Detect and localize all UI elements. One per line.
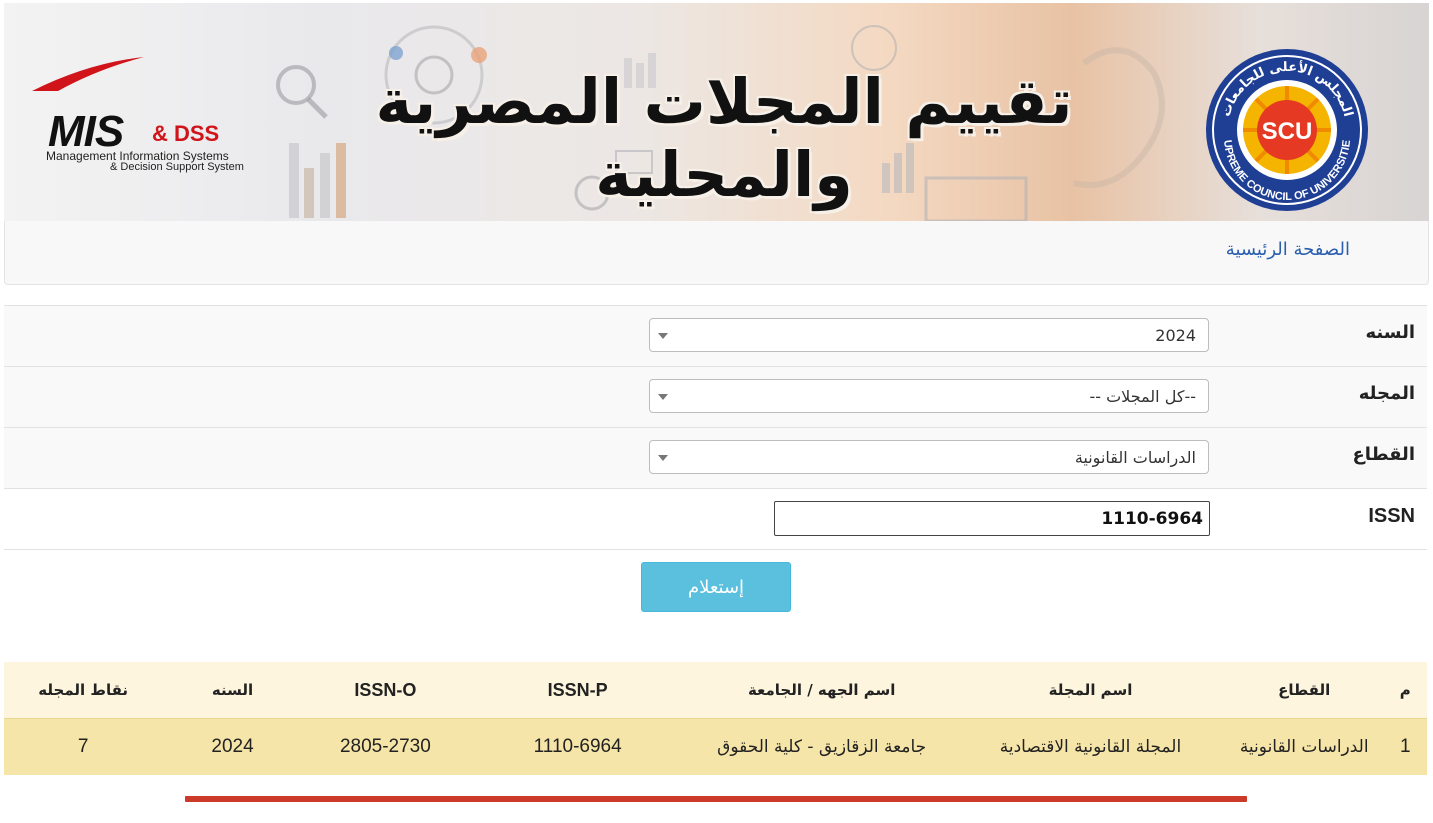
logo-swoosh-icon — [32, 57, 144, 91]
chevron-down-icon — [658, 455, 668, 461]
issn-label: ISSN — [1368, 505, 1415, 527]
table-cell: المجلة القانونية الاقتصادية — [956, 718, 1225, 775]
submit-row: إستعلام — [4, 549, 1427, 656]
issn-input[interactable] — [774, 501, 1210, 536]
table-row: 1 الدراسات القانونية المجلة القانونية ال… — [4, 718, 1427, 775]
top-navbar: الصفحة الرئيسية — [4, 221, 1429, 285]
column-header: ISSN-P — [467, 662, 688, 719]
footer-divider — [185, 796, 1247, 802]
banner-title: تقييم المجلات المصرية والمحلية — [375, 65, 1073, 211]
issn-row: ISSN — [4, 488, 1427, 549]
year-select[interactable]: 2024 — [649, 318, 1209, 352]
query-button[interactable]: إستعلام — [641, 562, 791, 612]
chevron-down-icon — [658, 394, 668, 400]
sector-label: القطاع — [1352, 444, 1415, 465]
column-header: اسم المجلة — [956, 662, 1225, 719]
chevron-down-icon — [658, 333, 668, 339]
journal-select-value: --كل المجلات -- — [1089, 387, 1196, 406]
filter-form: السنه 2024 المجله --كل المجلات -- القطاع… — [4, 305, 1427, 656]
mis-dss-logo: MIS & DSS Management Information Systems… — [32, 57, 274, 175]
year-select-value: 2024 — [1155, 326, 1196, 345]
logo-dss-text: & DSS — [152, 121, 220, 146]
journal-row: المجله --كل المجلات -- — [4, 366, 1427, 427]
table-cell: 1110-6964 — [467, 718, 688, 775]
journal-label: المجله — [1358, 383, 1415, 404]
year-row: السنه 2024 — [4, 305, 1427, 366]
header-banner: MIS & DSS Management Information Systems… — [4, 3, 1429, 221]
logo-subtitle-line2: & Decision Support System — [110, 161, 244, 173]
table-cell: الدراسات القانونية — [1224, 718, 1384, 775]
sector-select-value: الدراسات القانونية — [1074, 448, 1196, 467]
nav-home-link[interactable]: الصفحة الرئيسية — [1226, 239, 1350, 260]
table-cell: 2024 — [162, 718, 303, 775]
table-cell: 7 — [4, 718, 163, 775]
column-header: القطاع — [1224, 662, 1384, 719]
year-label: السنه — [1365, 322, 1415, 343]
table-cell: 1 — [1383, 718, 1427, 775]
scu-seal-logo: SCU المجلس الأعلى للجامعات SUPREME COUNC… — [1204, 47, 1368, 211]
table-header-row: م القطاع اسم المجلة اسم الجهه / الجامعة … — [4, 662, 1427, 719]
results-table: م القطاع اسم المجلة اسم الجهه / الجامعة … — [4, 662, 1427, 775]
column-header: السنه — [162, 662, 303, 719]
column-header: اسم الجهه / الجامعة — [687, 662, 957, 719]
table-cell: جامعة الزقازيق - كلية الحقوق — [687, 718, 957, 775]
sector-select[interactable]: الدراسات القانونية — [649, 440, 1209, 474]
column-header: نقاط المجله — [4, 662, 163, 719]
table-cell: 2805-2730 — [302, 718, 468, 775]
journal-select[interactable]: --كل المجلات -- — [649, 379, 1209, 413]
scu-center-text: SCU — [1262, 118, 1313, 145]
column-header: م — [1383, 662, 1427, 719]
column-header: ISSN-O — [302, 662, 468, 719]
sector-row: القطاع الدراسات القانونية — [4, 427, 1427, 488]
